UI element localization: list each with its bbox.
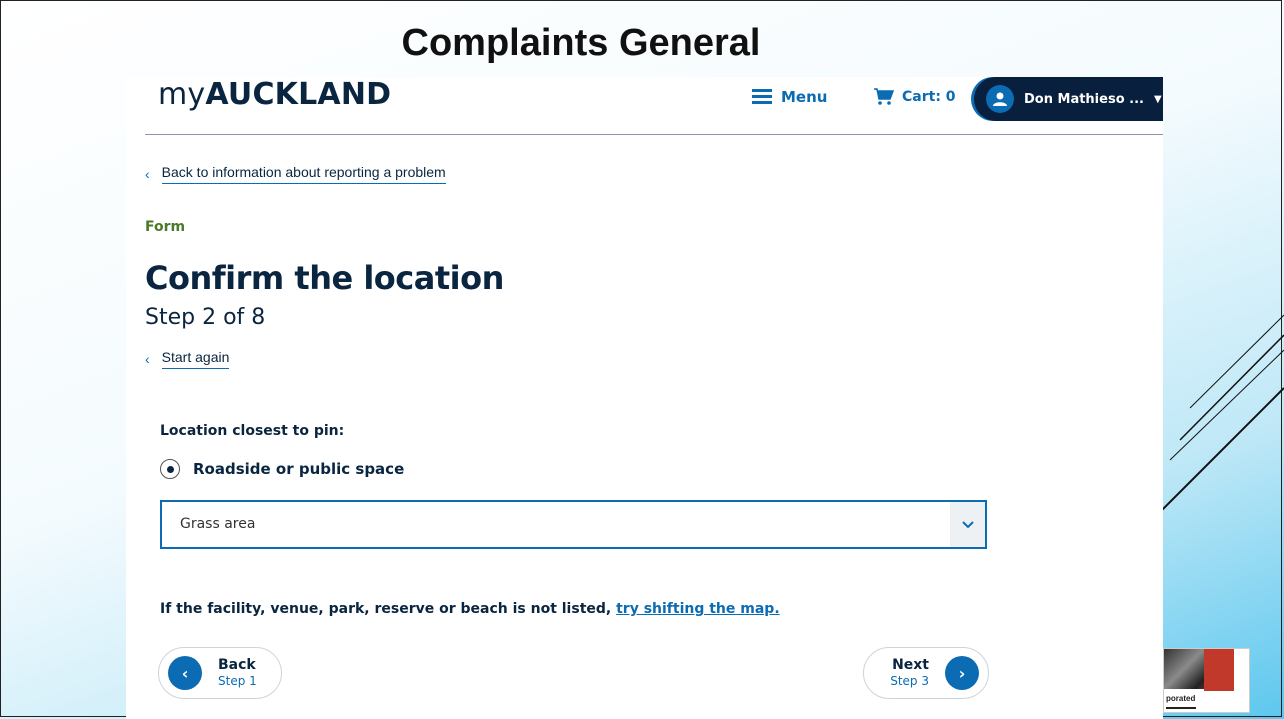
slide-thumbnail: porated xyxy=(1163,648,1250,713)
cart-icon xyxy=(874,88,894,105)
menu-label: Menu xyxy=(781,88,828,106)
logo-my: my xyxy=(158,77,206,112)
cart-button[interactable]: Cart: 0 xyxy=(874,85,956,109)
hamburger-menu-icon xyxy=(752,89,772,105)
location-type-select[interactable]: Grass area xyxy=(160,500,987,549)
radio-label: Roadside or public space xyxy=(193,460,405,478)
chevron-down-icon[interactable] xyxy=(950,502,985,547)
next-button-labels: Next Step 3 xyxy=(890,657,929,689)
thumbnail-caption: porated xyxy=(1166,694,1196,703)
start-again-text: Start again xyxy=(161,349,230,369)
step-indicator: Step 2 of 8 xyxy=(145,305,266,330)
roadside-radio-option[interactable]: Roadside or public space xyxy=(160,459,404,479)
next-button[interactable]: Next Step 3 › xyxy=(863,647,989,699)
back-to-info-link[interactable]: ‹ Back to information about reporting a … xyxy=(145,164,446,184)
caret-down-icon: ▼ xyxy=(1153,93,1162,105)
next-label: Next xyxy=(892,657,929,673)
next-step: Step 3 xyxy=(890,674,929,688)
user-account-button[interactable]: Don Mathieso ... ▼ xyxy=(974,77,1163,121)
info-text: If the facility, venue, park, reserve or… xyxy=(160,601,780,617)
myauckland-logo[interactable]: myAUCKLAND xyxy=(158,77,391,112)
thumbnail-caption-underline xyxy=(1166,707,1196,709)
back-label: Back xyxy=(218,657,256,673)
back-step: Step 1 xyxy=(218,674,257,688)
menu-button[interactable]: Menu xyxy=(752,85,827,109)
slide-title: Complaints General xyxy=(401,22,761,64)
start-again-link[interactable]: ‹ Start again xyxy=(145,349,230,369)
user-avatar-icon xyxy=(986,85,1014,113)
shift-map-link[interactable]: try shifting the map. xyxy=(616,601,780,617)
select-value: Grass area xyxy=(180,516,256,532)
chevron-right-icon: › xyxy=(945,656,979,690)
back-link-text: Back to information about reporting a pr… xyxy=(161,164,446,184)
info-text-body: If the facility, venue, park, reserve or… xyxy=(160,601,617,617)
thumbnail-red-block xyxy=(1204,649,1234,691)
web-page: myAUCKLAND Menu Cart: 0 Don Mathieso ...… xyxy=(126,77,1163,719)
cart-label: Cart: 0 xyxy=(902,89,956,105)
radio-selected-icon[interactable] xyxy=(160,459,180,479)
site-header: myAUCKLAND Menu Cart: 0 Don Mathieso ...… xyxy=(126,77,1163,135)
decorative-lines xyxy=(1160,314,1284,513)
form-tag: Form xyxy=(145,219,186,235)
user-name: Don Mathieso ... xyxy=(1024,91,1144,107)
page-title: Confirm the location xyxy=(145,259,504,297)
chevron-left-icon: ‹ xyxy=(145,351,150,367)
header-divider xyxy=(145,134,1163,135)
logo-city: AUCKLAND xyxy=(205,77,392,112)
back-button-labels: Back Step 1 xyxy=(218,657,257,689)
back-button[interactable]: ‹ Back Step 1 xyxy=(158,647,282,699)
location-label: Location closest to pin: xyxy=(160,423,345,439)
chevron-left-icon: ‹ xyxy=(168,656,202,690)
chevron-left-icon: ‹ xyxy=(145,166,150,182)
